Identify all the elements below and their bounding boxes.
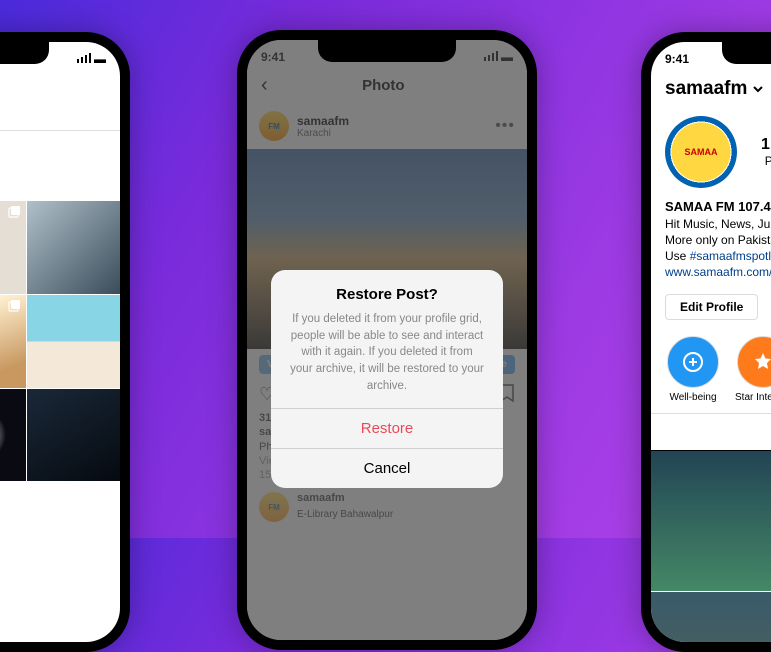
profile-avatar[interactable]: SAMAA [665,116,737,188]
bio-line: More only on Pakistan [665,232,771,248]
bio-line: Hit Music, News, Juicy [665,216,771,232]
screen-deleted: 9:41 ▬ ted ts. They will be e number of … [0,42,120,642]
profile-bio: SAMAA FM 107.4 Hit Music, News, Juicy Mo… [651,194,771,284]
grid-cell[interactable] [0,201,26,294]
profile-stats-row: SAMAA 1,7 Po [651,110,771,194]
phone-left: 9:41 ▬ ted ts. They will be e number of … [0,32,130,652]
restore-dialog: Restore Post? If you deleted it from you… [271,270,503,488]
restore-button[interactable]: Restore [271,408,503,448]
stat-number: 1,7 [761,136,771,154]
notch [722,42,771,64]
highlight-item[interactable]: Star Intervi... [735,336,771,403]
screen-profile: 9:41 samaafm SAMAA 1,7 Po SAMAA FM 107.4… [651,42,771,642]
profile-tabs [651,413,771,451]
multi-icon [8,299,22,313]
profile-grid [651,451,771,642]
hashtag-link[interactable]: #samaafmspotligh [690,249,771,263]
grid-cell[interactable] [651,592,771,642]
notch [318,40,456,62]
grid-cell[interactable] [0,389,26,482]
notch [0,42,49,64]
multi-icon [8,205,22,219]
status-time: 9:41 [665,52,689,66]
cancel-button[interactable]: Cancel [271,448,503,488]
phone-right: 9:41 samaafm SAMAA 1,7 Po SAMAA FM 107.4… [641,32,771,652]
info-note: ts. They will be e number of days ble to… [0,131,120,201]
highlights-row: Well-being Star Intervi... [651,330,771,413]
highlight-label: Well-being [665,392,721,403]
bio-name: SAMAA FM 107.4 [665,198,771,216]
star-icon [752,351,771,373]
dialog-body: If you deleted it from your profile grid… [271,307,503,408]
highlight-cover [667,336,719,388]
content-tabs [0,100,120,131]
phone-center: 9:41 ▬ ‹ Photo FM samaafm Karachi ••• Vi… [237,30,537,650]
grid-cell[interactable] [27,389,120,482]
dialog-title: Restore Post? [271,270,503,307]
grid-cell[interactable] [27,201,120,294]
status-icons: ▬ [77,52,106,66]
chevron-down-icon [751,82,765,96]
profile-buttons: Edit Profile [651,284,771,330]
highlight-cover [737,336,771,388]
plus-shield-icon [681,350,705,374]
highlight-label: Star Intervi... [735,392,771,403]
grid-cell[interactable] [27,295,120,388]
highlight-item[interactable]: Well-being [665,336,721,403]
profile-username: samaafm [665,78,747,100]
tab-grid[interactable] [651,414,771,451]
stat-label: Po [761,154,771,168]
screen-photo: 9:41 ▬ ‹ Photo FM samaafm Karachi ••• Vi… [247,40,527,640]
bio-line: Use #samaafmspotligh [665,248,771,264]
deleted-grid [0,201,120,575]
profile-header[interactable]: samaafm [651,66,771,110]
page-title: ted [0,66,120,100]
stat-posts[interactable]: 1,7 Po [761,136,771,168]
grid-cell[interactable] [651,451,771,591]
edit-profile-button[interactable]: Edit Profile [665,294,758,320]
bio-link[interactable]: www.samaafm.com/lin [665,264,771,280]
grid-cell[interactable] [0,295,26,388]
